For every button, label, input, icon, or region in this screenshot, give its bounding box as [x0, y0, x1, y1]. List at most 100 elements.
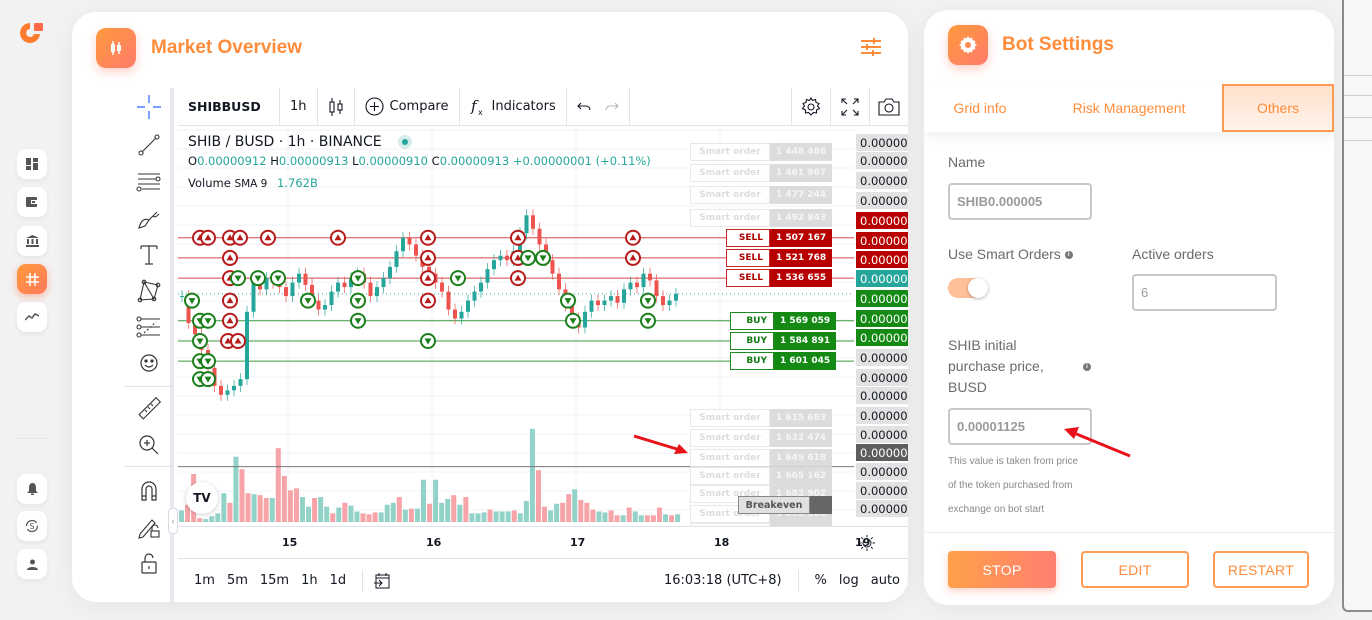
zoom-in-tool[interactable]	[136, 432, 162, 458]
rail-subscription-button[interactable]: S	[17, 511, 47, 541]
buy-order-row[interactable]: BUY 1 601 045	[730, 352, 836, 371]
smart-order-row[interactable]: Smart order 1 632 474	[690, 429, 832, 447]
edit-button[interactable]: EDIT	[1081, 551, 1189, 588]
snapshot-button[interactable]	[869, 87, 908, 126]
fib-tool[interactable]	[136, 168, 162, 194]
buy-order-row[interactable]: BUY 1 569 059	[730, 311, 836, 330]
rail-grid-bots-button[interactable]	[17, 264, 47, 294]
volume-bar	[360, 513, 366, 522]
smart-order-row[interactable]: Smart order 1 492 843	[690, 208, 832, 227]
text-tool[interactable]	[136, 242, 162, 268]
volume-bar	[493, 511, 499, 522]
brush-tool[interactable]	[136, 206, 162, 232]
clock-timezone[interactable]: 16:03:18 (UTC+8)	[658, 573, 788, 588]
volume-bar	[469, 513, 475, 522]
volume-bar	[312, 498, 318, 522]
prediction-tool[interactable]	[136, 314, 162, 340]
sliders-icon[interactable]	[861, 38, 881, 56]
help-line: of the token purchased from	[948, 480, 1073, 491]
name-input[interactable]: SHIB0.000005	[948, 183, 1092, 220]
volume-legend[interactable]: Volume SMA 9 1.762B	[188, 176, 651, 190]
tab-risk-management[interactable]: Risk Management	[1036, 84, 1222, 132]
sell-order-row[interactable]: SELL 1 536 655	[726, 269, 832, 288]
lock-drawings-tool[interactable]	[136, 514, 162, 540]
symbol-search-button[interactable]: SHIBBUSD	[178, 87, 280, 126]
rail-analytics-button[interactable]	[17, 302, 47, 332]
price-axis-label: 0.00000836	[856, 444, 908, 461]
smart-order-row[interactable]: Smart order 1 461 967	[690, 163, 832, 182]
buy-order-row[interactable]: BUY 1 584 891	[730, 331, 836, 350]
collapse-toolbar-handle[interactable]: ‹	[168, 508, 178, 534]
order-qty: 1 715 682	[770, 523, 832, 526]
candle-body	[628, 282, 633, 290]
candle-body	[297, 273, 301, 283]
calendar-goto-icon[interactable]	[373, 572, 391, 590]
log-scale-toggle[interactable]: log	[833, 573, 865, 588]
smart-order-row[interactable]: Smart order 1 448 486	[690, 143, 832, 162]
smart-order-row[interactable]: Smart order 1 615 683	[690, 409, 832, 427]
sell-order-row[interactable]: SELL 1 507 167	[726, 228, 832, 247]
sell-order-row[interactable]: SELL 1 521 768	[726, 248, 832, 267]
fullscreen-button[interactable]	[830, 87, 869, 126]
change-value: +0.00000001 (+0.11%)	[512, 154, 651, 168]
rail-notifications-button[interactable]	[17, 474, 47, 504]
interval-button[interactable]: 1h	[280, 87, 318, 126]
rail-wallet-button[interactable]	[17, 187, 47, 217]
smart-order-row[interactable]: Smart order 1 477 244	[690, 186, 832, 205]
tab-grid-info[interactable]: Grid info	[924, 84, 1036, 132]
chart-type-button[interactable]	[318, 87, 355, 126]
percent-scale-toggle[interactable]: %	[809, 573, 833, 588]
magnet-tool[interactable]	[136, 478, 162, 504]
smart-order-row[interactable]: Smart order 1 665 162	[690, 467, 832, 485]
range-15m[interactable]: 15m	[254, 573, 295, 588]
price-axis[interactable]: 0.000009760.00000967 0.00000957 0.00000947…	[854, 126, 908, 526]
price-axis-label: 0.00000947	[856, 192, 908, 209]
volume-bar	[281, 475, 287, 522]
time-axis-label: 19	[855, 536, 871, 549]
brand-logo-icon[interactable]	[18, 20, 46, 46]
smart-orders-toggle[interactable]	[948, 278, 988, 298]
rail-exchange-button[interactable]	[17, 226, 47, 256]
range-5m[interactable]: 5m	[221, 573, 254, 588]
redo-icon[interactable]	[605, 102, 619, 112]
candle-body	[615, 296, 620, 303]
price-plot[interactable]: SHIB / BUSD · 1h · BINANCE O0.00000912 H…	[178, 126, 854, 526]
fib-icon	[136, 173, 161, 192]
smart-order-row[interactable]: Smart order1 715 682	[690, 523, 832, 526]
volume-bar	[427, 503, 433, 522]
trendline-tool[interactable]	[136, 132, 162, 158]
time-axis[interactable]: 15 16 17 18 19	[178, 526, 908, 558]
pattern-tool[interactable]	[136, 278, 162, 304]
active-orders-input[interactable]: 6	[1132, 274, 1277, 311]
range-1m[interactable]: 1m	[188, 573, 221, 588]
crosshair-tool[interactable]	[136, 94, 162, 120]
smart-order-row[interactable]: Smart order 1 649 618	[690, 449, 832, 467]
indicators-button[interactable]: fx Indicators	[460, 87, 567, 126]
svg-text:S: S	[29, 522, 34, 531]
high-value: 0.00000913	[278, 154, 349, 168]
emoji-tool[interactable]	[136, 350, 162, 376]
restart-button[interactable]: RESTART	[1213, 551, 1309, 588]
auto-scale-toggle[interactable]: auto	[865, 573, 908, 588]
chart-settings-button[interactable]	[791, 87, 830, 126]
compare-button[interactable]: Compare	[355, 87, 460, 126]
volume-bar	[535, 470, 541, 522]
range-1d[interactable]: 1d	[324, 573, 353, 588]
rail-dashboard-button[interactable]	[17, 149, 47, 179]
initial-price-input[interactable]: 0.00001125	[948, 408, 1092, 445]
lock-tool[interactable]	[136, 550, 162, 576]
trendline-icon	[138, 134, 160, 156]
info-icon[interactable]: i	[1064, 251, 1073, 260]
price-axis-label: 0.00000938	[856, 212, 908, 229]
tab-others[interactable]: Others	[1222, 84, 1334, 132]
info-icon[interactable]: i	[1083, 363, 1091, 371]
range-1h[interactable]: 1h	[295, 573, 324, 588]
volume-bar	[554, 503, 560, 522]
undo-icon[interactable]	[576, 102, 591, 112]
ruler-tool[interactable]	[136, 396, 162, 422]
tradingview-logo[interactable]: TV	[186, 482, 218, 514]
rail-profile-button[interactable]	[17, 549, 47, 579]
stop-button[interactable]: STOP	[948, 551, 1056, 588]
volume-bar	[566, 494, 572, 522]
candle-body	[485, 269, 490, 283]
